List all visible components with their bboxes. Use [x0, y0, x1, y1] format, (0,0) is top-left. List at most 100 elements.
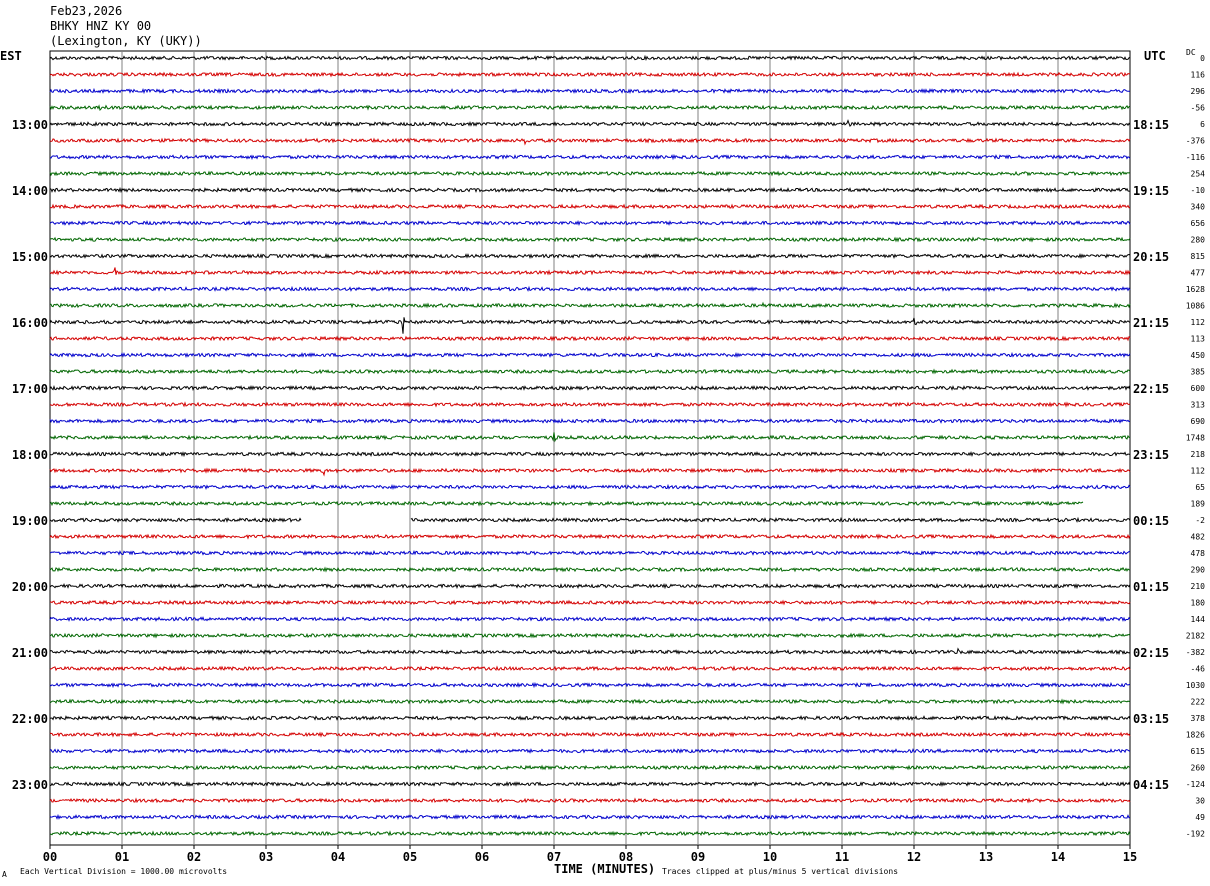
- x-tick-label: 05: [403, 850, 417, 864]
- scale-note: Each Vertical Division = 1000.00 microvo…: [20, 867, 228, 876]
- trace-row: [49, 813, 1131, 820]
- x-tick-label: 14: [1051, 850, 1065, 864]
- dc-offset-value: -56: [1191, 104, 1206, 113]
- trace-row: [49, 731, 1131, 738]
- dc-offset-value: 116: [1191, 71, 1206, 80]
- trace-row: [49, 632, 1131, 639]
- dc-offset-value: 600: [1191, 384, 1206, 393]
- left-hour-label: 23:00: [12, 778, 48, 792]
- trace-row: [49, 351, 1131, 359]
- trace-row: [49, 285, 1131, 293]
- trace-row: [49, 764, 1131, 771]
- dc-offset-value: 112: [1191, 318, 1206, 327]
- dc-offset-value: 210: [1191, 582, 1206, 591]
- trace-row: [50, 301, 1131, 309]
- dc-offset-value: 144: [1191, 615, 1206, 624]
- dc-offset-value: 189: [1191, 500, 1206, 509]
- trace-row: [49, 467, 1131, 477]
- trace-row: [49, 104, 1131, 111]
- left-hour-label: 20:00: [12, 580, 48, 594]
- trace-row: [49, 533, 1131, 540]
- trace-row: [49, 665, 1131, 672]
- right-hour-label: 19:15: [1133, 184, 1169, 198]
- dc-offset-value: 656: [1191, 219, 1206, 228]
- dc-offset-value: 1030: [1186, 681, 1205, 690]
- x-tick-label: 04: [331, 850, 345, 864]
- right-hour-label: 23:15: [1133, 448, 1169, 462]
- left-hour-label: 13:00: [12, 118, 48, 132]
- dc-offset-value: -46: [1191, 665, 1206, 674]
- x-tick-label: 11: [835, 850, 849, 864]
- trace-row: [49, 267, 1131, 276]
- trace-row: [49, 681, 1131, 689]
- dc-offset-value: -124: [1186, 780, 1205, 789]
- trace-row: [49, 170, 1131, 177]
- dc-offset-value: 0: [1200, 54, 1205, 63]
- x-tick-label: 00: [43, 850, 57, 864]
- left-hour-label: 21:00: [12, 646, 48, 660]
- footer-mark: A: [2, 870, 7, 879]
- trace-row: [49, 137, 1131, 146]
- dc-offset-value: 296: [1191, 87, 1206, 96]
- trace-row: [49, 830, 1131, 837]
- trace-row: [49, 715, 1131, 722]
- dc-offset-value: 477: [1191, 269, 1206, 278]
- x-tick-label: 13: [979, 850, 993, 864]
- trace-row: [49, 599, 1131, 606]
- right-hour-label: 00:15: [1133, 514, 1169, 528]
- dc-offset-value: 1628: [1186, 285, 1205, 294]
- trace-row: [49, 335, 1131, 342]
- dc-offset-value: 690: [1191, 417, 1206, 426]
- trace-row: [49, 417, 1131, 424]
- dc-offset-value: 478: [1191, 549, 1206, 558]
- left-hour-label: 15:00: [12, 250, 48, 264]
- dc-offset-value: 615: [1191, 747, 1206, 756]
- trace-row: [49, 368, 1131, 375]
- x-tick-label: 02: [187, 850, 201, 864]
- trace-row: [49, 616, 1131, 623]
- trace-row: [50, 203, 1131, 210]
- plot-frame: [49, 50, 1131, 846]
- trace-row: [49, 71, 1131, 78]
- dc-offset-value: 222: [1191, 698, 1206, 707]
- right-hour-label: 03:15: [1133, 712, 1169, 726]
- right-hour-label: 21:15: [1133, 316, 1169, 330]
- dc-offset-value: 1086: [1186, 302, 1205, 311]
- left-hour-label: 19:00: [12, 514, 48, 528]
- dc-offset-value: 1748: [1186, 434, 1205, 443]
- dc-offset-value: 113: [1191, 335, 1206, 344]
- x-tick-label: 06: [475, 850, 489, 864]
- left-hour-label: 14:00: [12, 184, 48, 198]
- trace-row: [49, 317, 1131, 334]
- dc-offset-value: 815: [1191, 252, 1206, 261]
- right-hour-label: 18:15: [1133, 118, 1169, 132]
- dc-offset-value: 65: [1195, 483, 1205, 492]
- left-hour-label: 22:00: [12, 712, 48, 726]
- dc-offset-value: 260: [1191, 764, 1206, 773]
- left-hour-label: 17:00: [12, 382, 48, 396]
- trace-row: [49, 432, 1131, 443]
- trace-row: [49, 87, 1131, 95]
- dc-offset-value: 2182: [1186, 632, 1205, 641]
- dc-offset-value: 290: [1191, 566, 1206, 575]
- trace-row: [49, 186, 1131, 194]
- helicorder-plot: 13:00 14:00 15:00 16:00 17:00 18:00 19:00 20:00…: [12, 50, 1206, 864]
- dc-offset-value: 254: [1191, 170, 1206, 179]
- trace-row: [49, 549, 1130, 556]
- dc-offset-value: 313: [1191, 401, 1206, 410]
- x-tick-label: 03: [259, 850, 273, 864]
- dc-offset-value: -376: [1186, 137, 1205, 146]
- dc-offset-value: 450: [1191, 351, 1206, 360]
- trace-row: [49, 780, 1131, 788]
- dc-offset-value: -2: [1195, 516, 1205, 525]
- x-tick-label: 09: [691, 850, 705, 864]
- trace-row: [49, 220, 1131, 227]
- dc-offset-value: 30: [1195, 797, 1205, 806]
- dc-offset-value: 378: [1191, 714, 1206, 723]
- trace-row: [49, 566, 1131, 573]
- trace-row: [49, 647, 1131, 655]
- x-tick-label: 15: [1123, 850, 1137, 864]
- dc-offset-value: 49: [1195, 813, 1205, 822]
- clip-note: Traces clipped at plus/minus 5 vertical …: [662, 867, 899, 876]
- dc-offset-value: 180: [1191, 599, 1206, 608]
